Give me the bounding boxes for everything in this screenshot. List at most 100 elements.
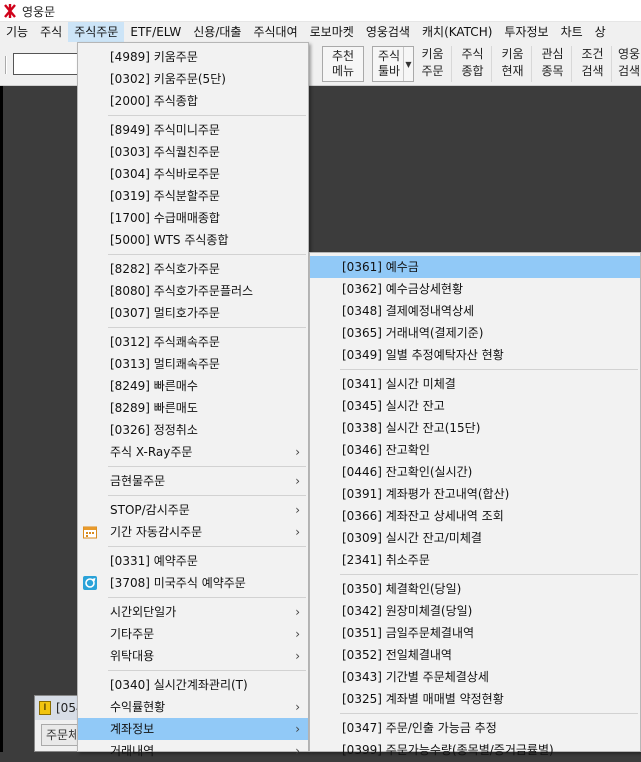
submenu-arrow-icon: › [295, 722, 300, 736]
stock-order-menu-item[interactable]: [8282] 주식호가주문 [78, 258, 308, 280]
account-info-menu-item[interactable]: [0362] 예수금상세현황 [310, 278, 640, 300]
menu-investment-info[interactable]: 투자정보 [498, 22, 554, 42]
menu-item-label: [0309] 실시간 잔고/미체결 [342, 531, 482, 545]
stock-order-menu-item[interactable]: [2000] 주식종합 [78, 90, 308, 112]
window-app-icon: I [39, 701, 51, 715]
stock-order-menu-item[interactable]: 금현물주문 › [78, 470, 308, 492]
stock-order-menu-item[interactable]: [0304] 주식바로주문 [78, 163, 308, 185]
menu-item-label: 기간 자동감시주문 [110, 525, 203, 539]
menu-item-label: [0348] 결제예정내역상세 [342, 304, 475, 318]
stock-order-menu-item[interactable]: [8249] 빠른매수 [78, 375, 308, 397]
stock-order-menu-item[interactable]: [0326] 정정취소 [78, 419, 308, 441]
stock-order-menu-item[interactable]: [0313] 멀티쾌속주문 [78, 353, 308, 375]
stock-order-menu-item[interactable]: 시간외단일가 › [78, 601, 308, 623]
stock-order-menu-item[interactable]: [8949] 주식미니주문 [78, 119, 308, 141]
account-info-menu-item[interactable]: [0309] 실시간 잔고/미체결 [310, 527, 640, 549]
account-info-menu-item[interactable]: [0366] 계좌잔고 상세내역 조회 [310, 505, 640, 527]
stock-order-menu-item[interactable]: 거래내역 › [78, 740, 308, 762]
menu-item-label: 기타주문 [110, 627, 155, 641]
menu-etf-elw[interactable]: ETF/ELW [124, 22, 187, 42]
stock-order-menu-item[interactable]: [0312] 주식쾌속주문 [78, 331, 308, 353]
menu-katch[interactable]: 캐치(KATCH) [416, 22, 498, 42]
toolbar-kiwoom-current[interactable]: 키움 현재 [494, 46, 532, 82]
account-info-menu-item[interactable]: [0343] 기간별 주문체결상세 [310, 666, 640, 688]
stock-order-menu-item[interactable]: 기간 자동감시주문 › [78, 521, 308, 543]
account-info-menu-item[interactable]: [0351] 금일주문체결내역 [310, 622, 640, 644]
account-info-menu-item[interactable]: [0361] 예수금 [310, 256, 640, 278]
code-input[interactable] [13, 53, 79, 75]
menu-item-label: [0331] 예약주문 [110, 554, 198, 568]
stock-order-menu-item[interactable]: [1700] 수급매매종합 [78, 207, 308, 229]
toolbar-kiwoom-order[interactable]: 키움 주문 [414, 46, 452, 82]
menu-item-label: [0313] 멀티쾌속주문 [110, 357, 220, 371]
menu-function[interactable]: 기능 [0, 22, 34, 42]
menu-hero-search[interactable]: 영웅검색 [360, 22, 416, 42]
toolbar-hero-search[interactable]: 영웅 검색 [614, 46, 641, 82]
recommended-menu-dropdown[interactable]: 추천 메뉴 [322, 46, 364, 82]
menu-item-label: [8949] 주식미니주문 [110, 123, 220, 137]
menu-stock[interactable]: 주식 [34, 22, 68, 42]
toolbar-condition-search[interactable]: 조건 검색 [574, 46, 612, 82]
stock-order-menu: [4989] 키움주문 [0302] 키움주문(5단) [2000] 주식종합 [89… [77, 42, 309, 758]
stock-toolbar-dropdown[interactable]: 주식 툴바 ▼ [372, 46, 414, 82]
menu-item-label: [0362] 예수금상세현황 [342, 282, 463, 296]
stock-order-menu-item[interactable]: 기타주문 › [78, 623, 308, 645]
account-info-menu-item[interactable]: [0341] 실시간 미체결 [310, 373, 640, 395]
menu-chart[interactable]: 차트 [555, 22, 589, 42]
account-info-menu-item[interactable]: [0446] 잔고확인(실시간) [310, 461, 640, 483]
stock-order-menu-item[interactable]: 위탁대용 › [78, 645, 308, 667]
menu-item-label: [0346] 잔고확인 [342, 443, 430, 457]
menu-credit-loan[interactable]: 신용/대출 [187, 22, 247, 42]
account-info-menu-item[interactable]: [0399] 주문가능수량(종목별/증거금률별) [310, 739, 640, 761]
stock-order-menu-item[interactable]: [8289] 빠른매도 [78, 397, 308, 419]
account-info-menu-item[interactable]: [0352] 전일체결내역 [310, 644, 640, 666]
stock-order-menu-item[interactable]: [0331] 예약주문 [78, 550, 308, 572]
account-info-menu-item[interactable]: [0345] 실시간 잔고 [310, 395, 640, 417]
menu-separator [310, 366, 640, 373]
account-info-menu-item[interactable]: [2341] 취소주문 [310, 549, 640, 571]
account-info-menu-item[interactable]: [0338] 실시간 잔고(15단) [310, 417, 640, 439]
stock-order-menu-item[interactable]: [3708] 미국주식 예약주문 [78, 572, 308, 594]
stock-order-menu-item[interactable]: [4989] 키움주문 [78, 46, 308, 68]
toolbar-watchlist[interactable]: 관심 종목 [534, 46, 572, 82]
stock-order-menu-item[interactable]: 주식 X-Ray주문 › [78, 441, 308, 463]
menu-item-label: [3708] 미국주식 예약주문 [110, 576, 246, 590]
account-info-menu-item[interactable]: [0365] 거래내역(결제기준) [310, 322, 640, 344]
account-info-menu-item[interactable]: [0342] 원장미체결(당일) [310, 600, 640, 622]
account-info-menu-item[interactable]: [0347] 주문/인출 가능금 추정 [310, 717, 640, 739]
toolbar-grip[interactable] [5, 56, 7, 74]
stock-order-menu-item[interactable]: [8080] 주식호가주문플러스 [78, 280, 308, 302]
stock-order-menu-item[interactable]: STOP/감시주문 › [78, 499, 308, 521]
menu-separator [78, 543, 308, 550]
menu-item-label: [0341] 실시간 미체결 [342, 377, 456, 391]
stock-order-menu-item[interactable]: [0307] 멀티호가주문 [78, 302, 308, 324]
menu-item-label: [0307] 멀티호가주문 [110, 306, 220, 320]
submenu-arrow-icon: › [295, 649, 300, 663]
stock-order-menu-item[interactable]: [0319] 주식분할주문 [78, 185, 308, 207]
calendar-icon [82, 524, 98, 540]
menu-item-label: [0351] 금일주문체결내역 [342, 626, 475, 640]
menu-stock-lending[interactable]: 주식대여 [247, 22, 303, 42]
menu-separator [78, 667, 308, 674]
menu-robo-market[interactable]: 로보마켓 [304, 22, 360, 42]
stock-order-menu-item[interactable]: 계좌정보 › [78, 718, 308, 740]
menu-stock-order[interactable]: 주식주문 [68, 22, 125, 42]
account-info-menu-item[interactable]: [0325] 계좌별 매매별 약정현황 [310, 688, 640, 710]
account-info-menu-item[interactable]: [0348] 결제예정내역상세 [310, 300, 640, 322]
toolbar-stock-overview[interactable]: 주식 종합 [454, 46, 492, 82]
stock-order-menu-item[interactable]: [0340] 실시간계좌관리(T) [78, 674, 308, 696]
stock-order-menu-item[interactable]: [0302] 키움주문(5단) [78, 68, 308, 90]
account-info-menu-item[interactable]: [0346] 잔고확인 [310, 439, 640, 461]
stock-order-menu-item[interactable]: [5000] WTS 주식종합 [78, 229, 308, 251]
stock-order-menu-item[interactable]: 수익률현황 › [78, 696, 308, 718]
account-info-menu-item[interactable]: [0391] 계좌평가 잔고내역(합산) [310, 483, 640, 505]
chevron-down-icon: ▼ [403, 47, 413, 81]
menu-item-label: [0325] 계좌별 매매별 약정현황 [342, 692, 504, 706]
account-info-menu-item[interactable]: [0350] 체결확인(당일) [310, 578, 640, 600]
submenu-arrow-icon: › [295, 700, 300, 714]
menu-more[interactable]: 상 [589, 22, 612, 42]
submenu-arrow-icon: › [295, 605, 300, 619]
stock-order-menu-item[interactable]: [0303] 주식퀄친주문 [78, 141, 308, 163]
menu-item-label: [0302] 키움주문(5단) [110, 72, 226, 86]
account-info-menu-item[interactable]: [0349] 일별 추정예탁자산 현황 [310, 344, 640, 366]
